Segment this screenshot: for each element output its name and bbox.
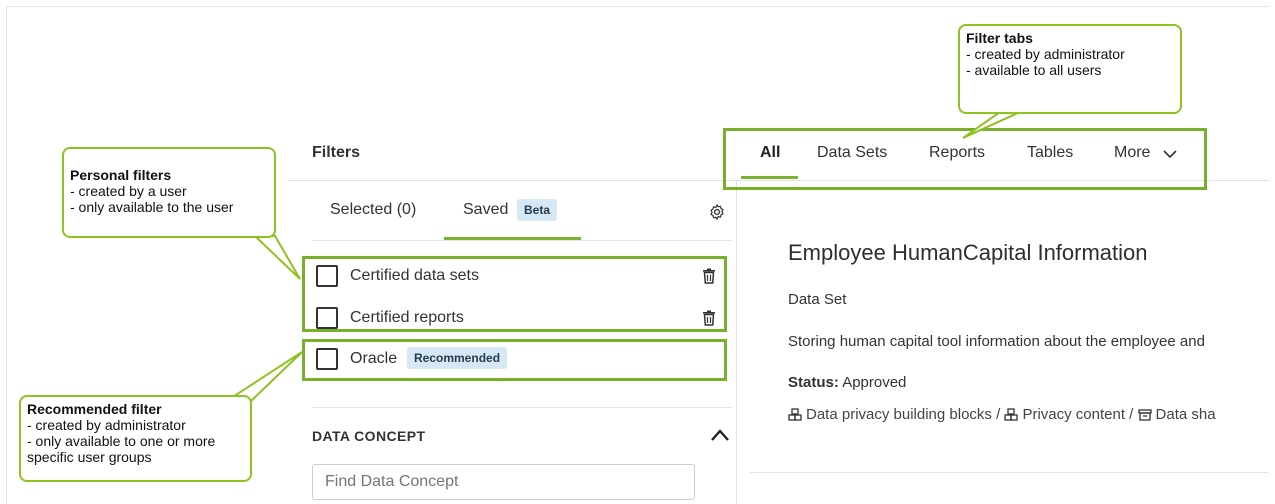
callout-line: - only available to one or more [27,433,216,449]
callout-title: Recommended filter [27,401,162,417]
callout-line: - created by administrator [27,417,186,433]
callout-title: Personal filters [70,167,172,183]
callout-line: - created by a user [70,183,187,199]
callout-recommended-filter: Recommended filter - created by administ… [19,395,252,482]
callout-line: - available to all users [966,62,1102,78]
callout-filter-tabs: Filter tabs - created by administrator -… [958,24,1182,114]
callout-personal-filters: Personal filters - created by a user - o… [62,147,276,238]
callout-line: specific user groups [27,449,152,465]
callout-title: Filter tabs [966,30,1033,46]
callout-line: - only available to the user [70,199,234,215]
callout-line: - created by administrator [966,46,1125,62]
